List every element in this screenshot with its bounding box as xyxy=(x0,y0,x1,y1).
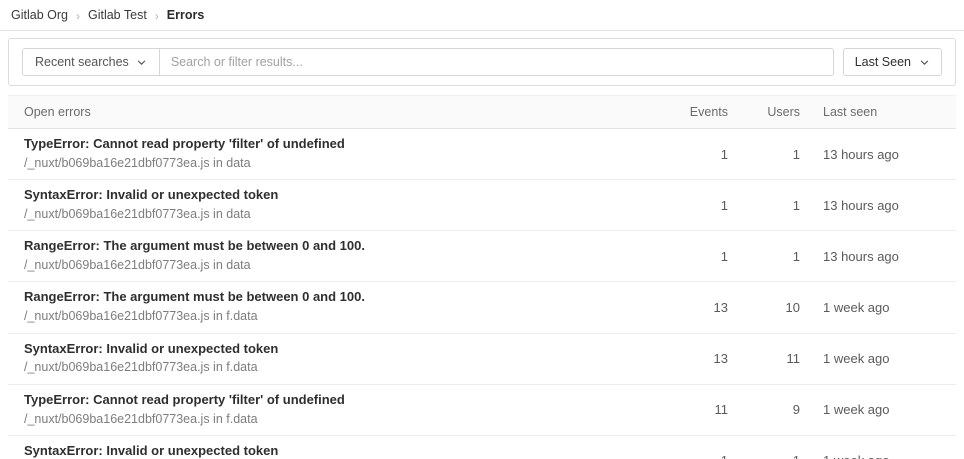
error-users-count: 1 xyxy=(728,198,800,213)
sort-dropdown[interactable]: Last Seen xyxy=(843,48,942,76)
error-events-count: 13 xyxy=(638,300,728,315)
error-last-seen: 13 hours ago xyxy=(800,147,956,162)
error-list-header: Open errors Events Users Last seen xyxy=(8,95,956,129)
error-info: SyntaxError: Invalid or unexpected token… xyxy=(8,180,638,230)
header-events: Events xyxy=(638,105,728,119)
sort-label: Last Seen xyxy=(855,55,911,69)
breadcrumb-separator-icon: › xyxy=(76,9,80,22)
error-events-count: 1 xyxy=(638,147,728,162)
error-info: RangeError: The argument must be between… xyxy=(8,282,638,332)
error-row[interactable]: SyntaxError: Invalid or unexpected token… xyxy=(8,334,956,385)
error-users-count: 9 xyxy=(728,402,800,417)
breadcrumb: Gitlab Org › Gitlab Test › Errors xyxy=(0,0,964,31)
error-users-count: 1 xyxy=(728,147,800,162)
filter-bar: Recent searches Last Seen xyxy=(8,38,956,86)
error-culprit: /_nuxt/b069ba16e21dbf0773ea.js in data xyxy=(24,257,638,273)
error-events-count: 1 xyxy=(638,198,728,213)
error-list: Open errors Events Users Last seen TypeE… xyxy=(8,95,956,459)
error-events-count: 1 xyxy=(638,453,728,459)
error-title-link[interactable]: TypeError: Cannot read property 'filter'… xyxy=(24,136,638,153)
error-users-count: 10 xyxy=(728,300,800,315)
recent-searches-label: Recent searches xyxy=(35,55,129,69)
chevron-down-icon xyxy=(919,57,930,68)
error-users-count: 1 xyxy=(728,249,800,264)
error-culprit: /_nuxt/b069ba16e21dbf0773ea.js in data xyxy=(24,155,638,171)
error-last-seen: 1 week ago xyxy=(800,351,956,366)
search-input[interactable] xyxy=(160,49,833,75)
error-culprit: /_nuxt/b069ba16e21dbf0773ea.js in f.data xyxy=(24,411,638,427)
error-row[interactable]: SyntaxError: Invalid or unexpected token… xyxy=(8,436,956,459)
error-row[interactable]: TypeError: Cannot read property 'filter'… xyxy=(8,385,956,436)
error-title-link[interactable]: RangeError: The argument must be between… xyxy=(24,289,638,306)
error-culprit: /_nuxt/b069ba16e21dbf0773ea.js in f.data xyxy=(24,308,638,324)
breadcrumb-separator-icon: › xyxy=(155,9,159,22)
error-users-count: 11 xyxy=(728,351,800,366)
error-last-seen: 13 hours ago xyxy=(800,249,956,264)
error-title-link[interactable]: SyntaxError: Invalid or unexpected token xyxy=(24,443,638,459)
error-events-count: 11 xyxy=(638,402,728,417)
error-title-link[interactable]: RangeError: The argument must be between… xyxy=(24,238,638,255)
error-last-seen: 13 hours ago xyxy=(800,198,956,213)
chevron-down-icon xyxy=(136,57,147,68)
header-last-seen: Last seen xyxy=(800,105,956,119)
error-culprit: /_nuxt/b069ba16e21dbf0773ea.js in f.data xyxy=(24,359,638,375)
breadcrumb-project-link[interactable]: Gitlab Test xyxy=(88,8,147,22)
error-users-count: 1 xyxy=(728,453,800,459)
error-info: TypeError: Cannot read property 'filter'… xyxy=(8,385,638,435)
error-last-seen: 1 week ago xyxy=(800,300,956,315)
error-row[interactable]: RangeError: The argument must be between… xyxy=(8,231,956,282)
error-events-count: 13 xyxy=(638,351,728,366)
breadcrumb-current-page: Errors xyxy=(167,8,205,22)
error-info: SyntaxError: Invalid or unexpected token… xyxy=(8,436,638,459)
error-info: TypeError: Cannot read property 'filter'… xyxy=(8,129,638,179)
error-row[interactable]: SyntaxError: Invalid or unexpected token… xyxy=(8,180,956,231)
error-info: RangeError: The argument must be between… xyxy=(8,231,638,281)
error-last-seen: 1 week ago xyxy=(800,402,956,417)
error-last-seen: 1 week ago xyxy=(800,453,956,459)
error-info: SyntaxError: Invalid or unexpected token… xyxy=(8,334,638,384)
error-row[interactable]: RangeError: The argument must be between… xyxy=(8,282,956,333)
recent-searches-dropdown[interactable]: Recent searches xyxy=(23,49,160,75)
error-row[interactable]: TypeError: Cannot read property 'filter'… xyxy=(8,129,956,180)
header-open-errors: Open errors xyxy=(8,105,638,119)
error-culprit: /_nuxt/b069ba16e21dbf0773ea.js in data xyxy=(24,206,638,222)
error-title-link[interactable]: TypeError: Cannot read property 'filter'… xyxy=(24,392,638,409)
filtered-search-box: Recent searches xyxy=(22,48,834,76)
error-title-link[interactable]: SyntaxError: Invalid or unexpected token xyxy=(24,341,638,358)
error-events-count: 1 xyxy=(638,249,728,264)
error-title-link[interactable]: SyntaxError: Invalid or unexpected token xyxy=(24,187,638,204)
breadcrumb-group-link[interactable]: Gitlab Org xyxy=(11,8,68,22)
header-users: Users xyxy=(728,105,800,119)
